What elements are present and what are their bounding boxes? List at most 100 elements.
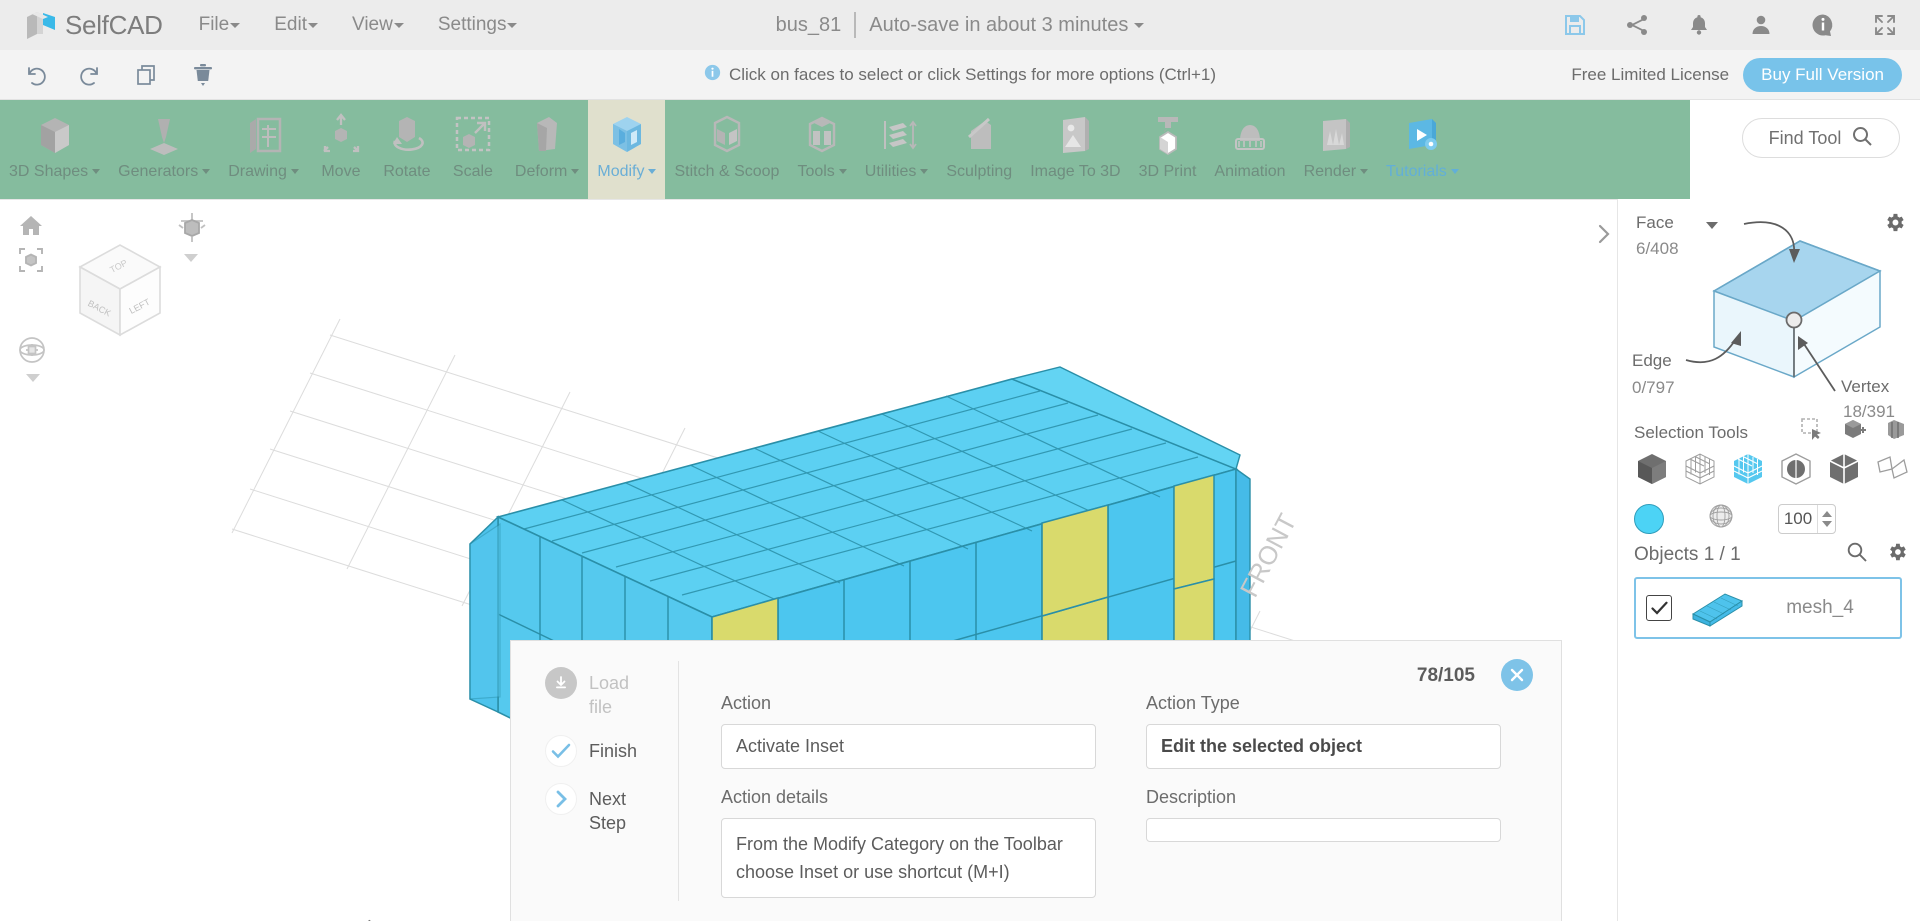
chevron-down-icon — [507, 23, 518, 28]
action-label: Action — [721, 693, 772, 713]
ribbon-item-utilities[interactable]: Utilities — [856, 100, 938, 199]
action-value-field[interactable]: Activate Inset — [721, 724, 1096, 769]
buy-full-version-button[interactable]: Buy Full Version — [1743, 58, 1902, 92]
menu-bar: SelfCAD File Edit View Settings bus_81 A… — [0, 0, 1920, 50]
object-select-icon[interactable] — [1632, 449, 1672, 489]
ribbon-item-move[interactable]: Move — [308, 100, 374, 199]
user-icon[interactable] — [1748, 12, 1774, 38]
orbit-dropdown-caret-icon[interactable] — [26, 374, 40, 382]
redo-icon[interactable] — [78, 62, 104, 88]
menu-view-label: View — [351, 14, 393, 35]
ribbon-item-render[interactable]: Render — [1295, 100, 1377, 199]
animation-icon — [1226, 109, 1274, 160]
bell-icon[interactable] — [1686, 12, 1712, 38]
tutorial-steps: Load file Finish Next Step — [545, 667, 655, 851]
perspective-dropdown-caret-icon[interactable] — [184, 254, 198, 262]
selected-face — [1173, 474, 1215, 590]
tutorial-step-counter: 78/105 — [1416, 665, 1475, 686]
panel-collapse-toggle[interactable] — [1591, 219, 1617, 249]
ribbon-item-scale[interactable]: Scale — [440, 100, 506, 199]
tutorial-step-label: Finish — [589, 741, 638, 761]
ribbon-item-3d-shapes[interactable]: 3D Shapes — [0, 100, 109, 199]
perspective-icon[interactable] — [175, 211, 209, 250]
ribbon-item-rotate[interactable]: Rotate — [374, 100, 440, 199]
object-thumbnail — [1684, 588, 1750, 628]
ribbon-item-sculpting[interactable]: Sculpting — [937, 100, 1021, 199]
render-icon — [1312, 109, 1360, 160]
ribbon-item-tools[interactable]: Tools — [788, 100, 855, 199]
ribbon-label: Drawing — [228, 163, 299, 181]
fit-to-view-icon[interactable] — [18, 247, 44, 278]
menu-file[interactable]: File — [199, 14, 241, 36]
printer-icon — [1144, 109, 1192, 160]
gear-icon[interactable] — [1886, 541, 1908, 568]
rect-select-icon[interactable] — [1800, 417, 1824, 446]
sphere-brush-icon[interactable] — [1706, 501, 1736, 536]
find-tool-search[interactable]: Find Tool — [1742, 118, 1900, 158]
project-name: bus_81 — [775, 13, 842, 36]
object-visibility-checkbox[interactable] — [1646, 595, 1672, 621]
half-select-icon[interactable] — [1824, 449, 1864, 489]
copy-icon[interactable] — [134, 62, 160, 88]
chevron-down-icon — [1134, 23, 1145, 28]
ribbon-item-modify[interactable]: Modify — [588, 100, 666, 199]
tutorials-icon — [1398, 109, 1446, 160]
deform-icon — [523, 109, 571, 160]
close-icon[interactable] — [1501, 659, 1533, 691]
history-icon-group — [22, 62, 216, 88]
search-icon[interactable] — [1846, 541, 1868, 568]
app-logo[interactable]: SelfCAD — [24, 8, 163, 42]
brush-size-value: 100 — [1783, 508, 1813, 528]
tutorial-step-finish[interactable]: Finish — [545, 735, 655, 767]
polygon-select-icon[interactable] — [1872, 449, 1912, 489]
chevron-right-icon — [545, 783, 577, 815]
undo-icon[interactable] — [22, 62, 48, 88]
view-cube[interactable]: TOP BACK LEFT — [60, 231, 180, 356]
sphere-select-icon[interactable] — [1776, 449, 1816, 489]
through-select-icon[interactable] — [1884, 417, 1908, 446]
face-select-icon[interactable] — [1728, 449, 1768, 489]
ribbon-item-deform[interactable]: Deform — [506, 100, 588, 199]
image-to-3d-icon — [1051, 109, 1099, 160]
ribbon-item-drawing[interactable]: Drawing — [219, 100, 308, 199]
brush-size-stepper[interactable]: 100 — [1778, 503, 1836, 534]
ribbon-label: Rotate — [383, 163, 431, 180]
face-dropdown-caret-icon[interactable] — [1706, 222, 1718, 229]
description-value-field[interactable] — [1146, 818, 1501, 842]
brush-color-swatch[interactable] — [1634, 503, 1664, 534]
menu-edit[interactable]: Edit — [274, 14, 318, 36]
autosave-status[interactable]: Auto-save in about 3 minutes — [869, 13, 1145, 37]
menu-view[interactable]: View — [352, 14, 404, 36]
ribbon-item-generators[interactable]: Generators — [109, 100, 219, 199]
ribbon-item-stitch-scoop[interactable]: Stitch & Scoop — [665, 100, 788, 199]
wireframe-select-icon[interactable] — [1680, 449, 1720, 489]
autosave-label: Auto-save in about 3 minutes — [869, 13, 1129, 36]
search-icon — [1851, 125, 1873, 152]
ribbon-label: Tools — [797, 163, 847, 181]
license-area: Free Limited License Buy Full Version — [1571, 50, 1902, 100]
move-icon — [317, 109, 365, 160]
share-icon[interactable] — [1624, 12, 1650, 38]
action-type-value-field[interactable]: Edit the selected object — [1146, 724, 1501, 769]
ribbon-item-animation[interactable]: Animation — [1205, 100, 1294, 199]
info-icon[interactable] — [1810, 12, 1836, 38]
object-list-item[interactable]: mesh_4 — [1634, 577, 1902, 639]
tutorial-step-next[interactable]: Next Step — [545, 783, 655, 835]
action-details-value-field[interactable]: From the Modify Category on the Toolbar … — [721, 818, 1096, 898]
orbit-icon[interactable] — [16, 334, 48, 371]
rotate-icon — [383, 109, 431, 160]
objects-header: Objects 1 / 1 — [1634, 544, 1741, 565]
home-icon[interactable] — [18, 213, 44, 244]
ribbon-label: Sculpting — [946, 163, 1013, 180]
stepper-arrows-icon[interactable] — [1817, 504, 1835, 533]
tutorial-step-load-file[interactable]: Load file — [545, 667, 655, 719]
menu-settings[interactable]: Settings — [438, 14, 518, 36]
menu-edit-label: Edit — [274, 14, 307, 35]
ribbon-item-image-to-3d[interactable]: Image To 3D — [1021, 100, 1129, 199]
fullscreen-icon[interactable] — [1872, 12, 1898, 38]
ribbon-item-tutorials[interactable]: Tutorials — [1377, 100, 1468, 199]
save-icon[interactable] — [1562, 12, 1588, 38]
add-select-icon[interactable] — [1842, 417, 1866, 446]
ribbon-item-3d-print[interactable]: 3D Print — [1130, 100, 1206, 199]
delete-icon[interactable] — [190, 62, 216, 88]
